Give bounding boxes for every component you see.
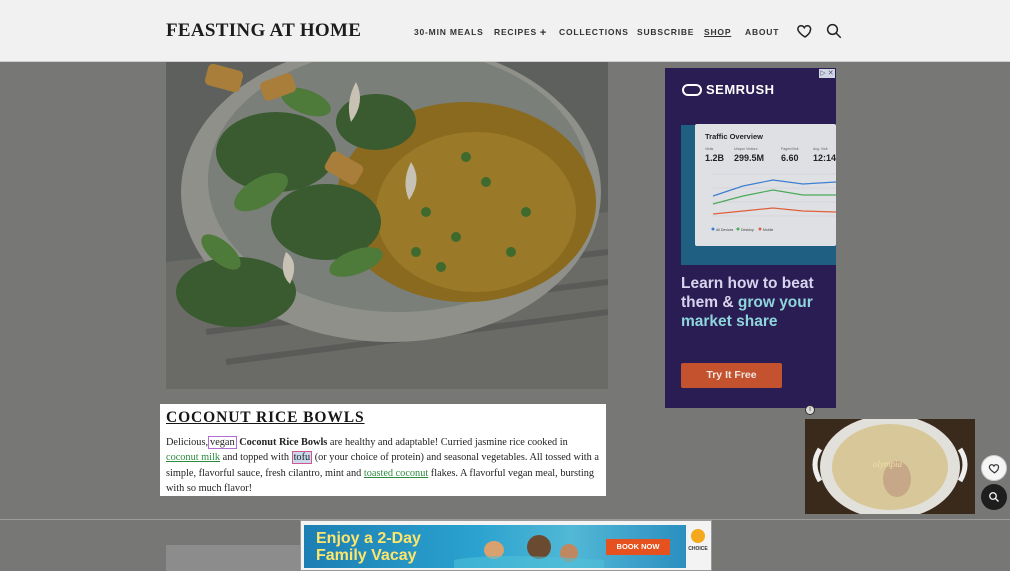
stat-value: 12:14 xyxy=(813,153,836,163)
bottom-banner-ad[interactable]: Enjoy a 2-Day Family Vacay BOOK NOW CHOIC… xyxy=(300,520,712,571)
ad-headline: Learn how to beat them & grow your marke… xyxy=(681,274,836,331)
site-logo[interactable]: FEASTING AT HOME xyxy=(166,20,361,42)
description-text: and topped with xyxy=(220,452,292,464)
highlighted-word-vegan[interactable]: vegan xyxy=(208,436,237,449)
floating-search-button[interactable] xyxy=(981,484,1007,510)
nav-recipes-label: RECIPES xyxy=(494,27,537,37)
semrush-logo-icon xyxy=(682,84,702,96)
nav-30-min-meals[interactable]: 30-MIN MEALS xyxy=(414,27,484,37)
semrush-ad[interactable]: ▷ ✕ SEMRUSH Traffic Overview Visits 1.2B… xyxy=(665,68,836,408)
link-toasted-coconut[interactable]: toasted coconut xyxy=(364,468,428,479)
ad-info-icon[interactable]: i xyxy=(805,405,815,415)
banner-headline-line: Family Vacay xyxy=(316,547,417,564)
legend-label: Desktop xyxy=(741,228,754,232)
heart-icon[interactable] xyxy=(796,22,814,40)
banner-headline: Enjoy a 2-Day Family Vacay xyxy=(316,530,421,564)
highlighted-word-tofu[interactable]: tofu xyxy=(291,451,313,465)
try-it-free-button[interactable]: Try It Free xyxy=(681,363,782,388)
stat-label: Visits xyxy=(705,147,714,151)
traffic-overview-card: Traffic Overview Visits 1.2B Unique Visi… xyxy=(695,124,836,246)
choice-logo: CHOICE xyxy=(687,525,709,565)
stat-value: 6.60 xyxy=(781,153,799,163)
stat-label: Pages/Visit xyxy=(781,147,799,151)
description-text: Delicious, xyxy=(166,437,209,448)
legend-label: All Devices xyxy=(716,228,734,232)
video-player[interactable]: olympia xyxy=(805,419,975,514)
swimmers-illustration xyxy=(454,535,604,568)
banner-headline-line: Enjoy a 2-Day xyxy=(316,530,421,547)
search-icon xyxy=(989,492,999,502)
favorite-button[interactable] xyxy=(981,455,1007,481)
traffic-overview-title: Traffic Overview xyxy=(705,132,763,141)
stat-label: Unique Visitors xyxy=(734,147,758,151)
stat-label: Avg. Visit xyxy=(813,147,828,151)
book-now-button[interactable]: BOOK NOW xyxy=(606,539,670,555)
ad-brand: SEMRUSH xyxy=(682,82,775,97)
video-watermark: olympia xyxy=(873,459,902,469)
nav-subscribe[interactable]: SUBSCRIBE xyxy=(637,27,694,37)
nav-shop[interactable]: SHOP xyxy=(704,27,731,37)
traffic-line-chart: All Devices Desktop Mobile xyxy=(711,173,836,232)
choice-logo-text: CHOICE xyxy=(688,546,708,552)
heart-icon xyxy=(988,463,999,474)
stat-value: 1.2B xyxy=(705,153,725,163)
plus-icon[interactable]: + xyxy=(540,27,547,39)
ad-brand-name: SEMRUSH xyxy=(706,82,775,97)
description-text: are healthy and adaptable! Curried jasmi… xyxy=(327,437,568,448)
nav-recipes[interactable]: RECIPES + xyxy=(494,27,547,39)
recipe-summary-card: COCONUT RICE BOWLS Delicious, vegan Cocon… xyxy=(160,404,606,496)
stat-value: 299.5M xyxy=(734,153,765,163)
nav-about[interactable]: ABOUT xyxy=(745,27,779,37)
recipe-description: Delicious, vegan Coconut Rice Bowls are h… xyxy=(166,435,600,497)
site-header: FEASTING AT HOME 30-MIN MEALS RECIPES + C… xyxy=(0,0,1010,62)
ad-close-button[interactable]: ▷ ✕ xyxy=(819,69,835,78)
recipe-hero-image xyxy=(166,62,608,389)
next-image-thumbnail xyxy=(166,545,300,571)
recipe-title[interactable]: COCONUT RICE BOWLS xyxy=(166,409,600,427)
nav-collections[interactable]: COLLECTIONS xyxy=(559,27,629,37)
recipe-name-bold: Coconut Rice Bowls xyxy=(239,437,328,448)
choice-sun-icon xyxy=(691,529,705,543)
banner-image: Enjoy a 2-Day Family Vacay BOOK NOW xyxy=(304,525,686,568)
search-icon[interactable] xyxy=(825,22,843,40)
link-coconut-milk[interactable]: coconut milk xyxy=(166,452,220,463)
legend-label: Mobile xyxy=(763,228,773,232)
